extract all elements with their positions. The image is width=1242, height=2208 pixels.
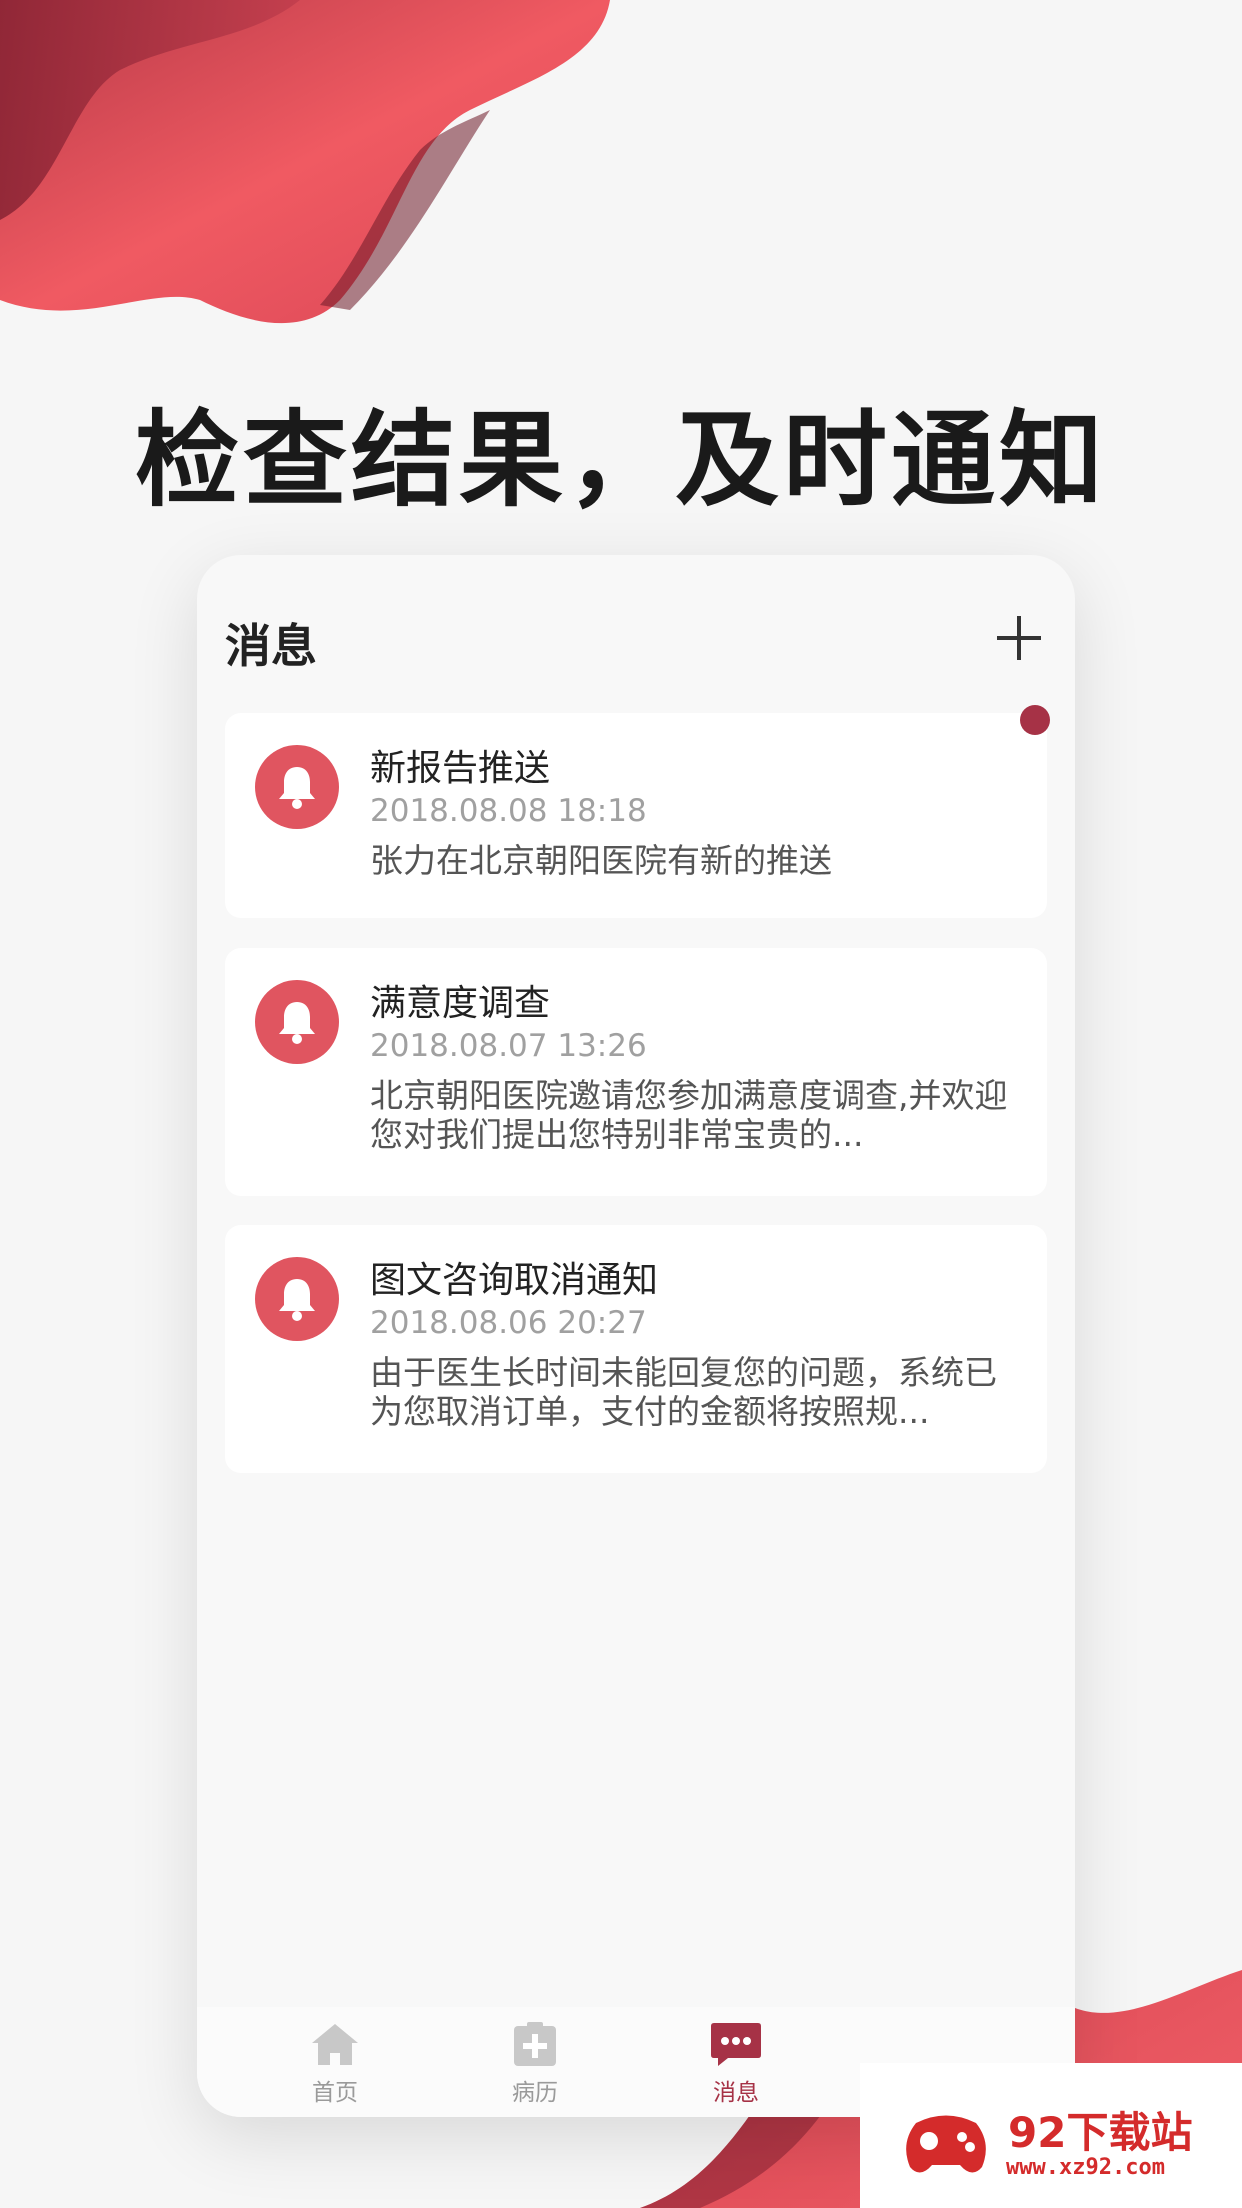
- watermark-url: www.xz92.com: [1006, 2155, 1165, 2180]
- message-card[interactable]: 满意度调查 2018.08.07 13:26 北京朝阳医院邀请您参加满意度调查,…: [225, 948, 1047, 1196]
- message-time: 2018.08.08 18:18: [370, 793, 647, 829]
- bell-icon: [255, 745, 339, 829]
- tab-label: 病历: [512, 2080, 558, 2106]
- message-title: 图文咨询取消通知: [370, 1260, 659, 1301]
- message-card[interactable]: 图文咨询取消通知 2018.08.06 20:27 由于医生长时间未能回复您的问…: [225, 1225, 1047, 1473]
- tab-medical-record[interactable]: 病历: [475, 2021, 595, 2111]
- watermark-text: 92下载站: [1008, 2108, 1193, 2157]
- bell-icon: [255, 1257, 339, 1341]
- message-time: 2018.08.07 13:26: [370, 1028, 647, 1064]
- message-body: 北京朝阳医院邀请您参加满意度调查,并欢迎您对我们提出您特别非常宝贵的...: [370, 1076, 1008, 1154]
- watermark-logo: 92下载站 www.xz92.com: [860, 2063, 1242, 2208]
- app-header: 消息: [225, 610, 1047, 680]
- message-body: 由于医生长时间未能回复您的问题，系统已为您取消订单，支付的金额将按照规...: [370, 1353, 997, 1431]
- message-icon: [711, 2023, 761, 2066]
- tab-home[interactable]: 首页: [275, 2021, 395, 2111]
- message-title: 新报告推送: [370, 748, 551, 789]
- tab-label: 消息: [713, 2080, 759, 2106]
- bell-icon: [255, 980, 339, 1064]
- tab-label: 首页: [312, 2080, 358, 2106]
- message-title: 满意度调查: [370, 983, 551, 1024]
- tab-messages[interactable]: 消息: [676, 2021, 796, 2111]
- message-time: 2018.08.06 20:27: [370, 1305, 647, 1341]
- unread-indicator: [1020, 705, 1050, 735]
- phone-screen: 消息 新报告推送 2018.08.08 18:18 张力在北京朝阳医院有新的推送…: [197, 555, 1075, 2117]
- message-body: 张力在北京朝阳医院有新的推送: [370, 841, 832, 880]
- medical-record-icon: [514, 2022, 556, 2066]
- promo-headline: 检查结果，及时通知: [134, 399, 1107, 521]
- page-title: 消息: [225, 619, 317, 673]
- message-card[interactable]: 新报告推送 2018.08.08 18:18 张力在北京朝阳医院有新的推送: [225, 713, 1047, 918]
- gamepad-icon: [906, 2115, 986, 2173]
- add-button[interactable]: [997, 616, 1041, 660]
- decorative-wave-top: [0, 0, 610, 324]
- home-icon: [312, 2024, 358, 2065]
